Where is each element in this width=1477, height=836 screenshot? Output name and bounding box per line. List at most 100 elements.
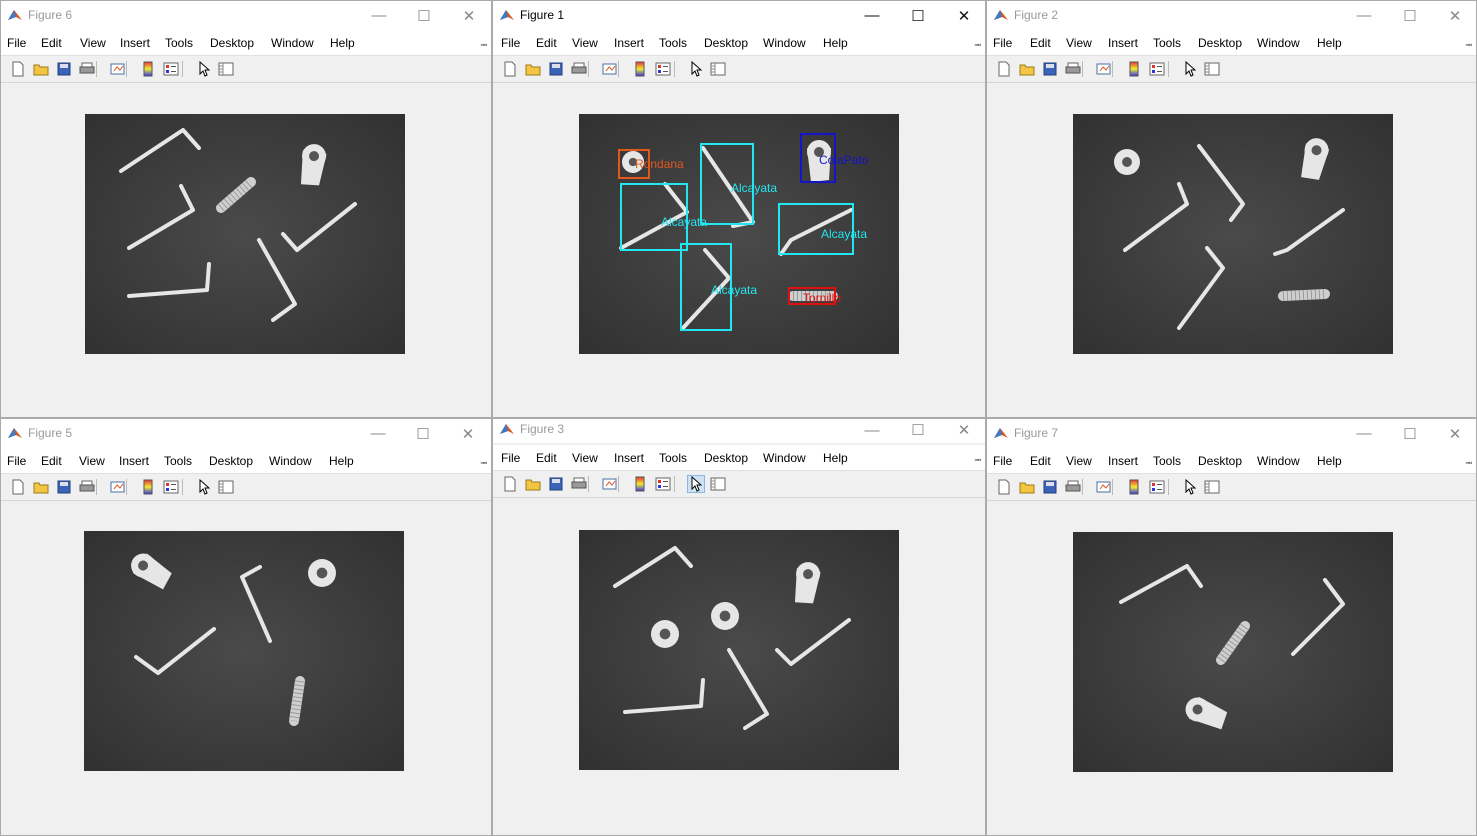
save-icon[interactable] <box>55 60 73 78</box>
menu-insert[interactable]: Insert <box>614 36 644 50</box>
menu-desktop[interactable]: Desktop <box>1198 454 1242 468</box>
link-plot-icon[interactable] <box>109 60 127 78</box>
menu-window[interactable]: Window <box>763 451 806 465</box>
menu-view[interactable]: View <box>572 451 598 465</box>
maximize-icon[interactable]: ☐ <box>895 419 941 443</box>
menu-desktop[interactable]: Desktop <box>704 451 748 465</box>
new-figure-icon[interactable] <box>9 478 27 496</box>
legend-icon[interactable] <box>1148 60 1166 78</box>
minimize-icon[interactable]: — <box>1341 1 1387 30</box>
menubar-overflow-icon[interactable]: ⭲ <box>1465 456 1472 472</box>
menu-tools[interactable]: Tools <box>165 36 193 50</box>
menu-edit[interactable]: Edit <box>536 451 557 465</box>
edit-plot-arrow-icon[interactable] <box>195 60 213 78</box>
legend-icon[interactable] <box>654 475 672 493</box>
colorbar-icon[interactable] <box>1125 60 1143 78</box>
menu-tools[interactable]: Tools <box>164 454 192 468</box>
menu-desktop[interactable]: Desktop <box>210 36 254 50</box>
colorbar-icon[interactable] <box>139 478 157 496</box>
image-axes[interactable] <box>84 531 404 771</box>
menu-tools[interactable]: Tools <box>659 451 687 465</box>
image-axes[interactable] <box>1073 114 1393 354</box>
menu-edit[interactable]: Edit <box>536 36 557 50</box>
edit-plot-arrow-icon[interactable] <box>195 478 213 496</box>
minimize-icon[interactable]: — <box>356 1 402 30</box>
menu-help[interactable]: Help <box>330 36 355 50</box>
property-inspector-icon[interactable] <box>1203 60 1221 78</box>
save-icon[interactable] <box>1041 478 1059 496</box>
figure-window-3[interactable]: Figure 3 — ☐ ✕ File Edit View Insert Too… <box>492 418 986 836</box>
link-plot-icon[interactable] <box>1095 60 1113 78</box>
menu-insert[interactable]: Insert <box>1108 36 1138 50</box>
menu-help[interactable]: Help <box>329 454 354 468</box>
menu-desktop[interactable]: Desktop <box>209 454 253 468</box>
menu-window[interactable]: Window <box>1257 36 1300 50</box>
open-file-icon[interactable] <box>32 60 50 78</box>
figure-window-7[interactable]: Figure 7 — ☐ ✕ File Edit View Insert Too… <box>986 418 1477 836</box>
maximize-icon[interactable]: ☐ <box>400 419 446 448</box>
image-axes[interactable] <box>579 530 899 770</box>
maximize-icon[interactable]: ☐ <box>1387 1 1433 30</box>
property-inspector-icon[interactable] <box>1203 478 1221 496</box>
open-file-icon[interactable] <box>32 478 50 496</box>
edit-plot-arrow-icon[interactable] <box>687 475 705 493</box>
colorbar-icon[interactable] <box>631 475 649 493</box>
save-icon[interactable] <box>547 60 565 78</box>
menu-edit[interactable]: Edit <box>1030 454 1051 468</box>
property-inspector-icon[interactable] <box>217 60 235 78</box>
menu-edit[interactable]: Edit <box>41 454 62 468</box>
close-icon[interactable]: ✕ <box>445 419 491 448</box>
print-icon[interactable] <box>570 475 588 493</box>
new-figure-icon[interactable] <box>995 60 1013 78</box>
save-icon[interactable] <box>55 478 73 496</box>
image-axes[interactable] <box>85 114 405 354</box>
menu-tools[interactable]: Tools <box>1153 454 1181 468</box>
menu-tools[interactable]: Tools <box>1153 36 1181 50</box>
property-inspector-icon[interactable] <box>217 478 235 496</box>
menu-help[interactable]: Help <box>1317 454 1342 468</box>
minimize-icon[interactable]: — <box>1341 419 1387 448</box>
menu-edit[interactable]: Edit <box>41 36 62 50</box>
menu-tools[interactable]: Tools <box>659 36 687 50</box>
property-inspector-icon[interactable] <box>709 475 727 493</box>
open-file-icon[interactable] <box>1018 478 1036 496</box>
menu-file[interactable]: File <box>7 36 26 50</box>
title-bar[interactable]: Figure 3 — ☐ ✕ <box>493 419 985 443</box>
menubar-overflow-icon[interactable]: ⭲ <box>1465 38 1472 54</box>
menu-insert[interactable]: Insert <box>119 454 149 468</box>
menu-window[interactable]: Window <box>271 36 314 50</box>
legend-icon[interactable] <box>162 60 180 78</box>
legend-icon[interactable] <box>162 478 180 496</box>
menu-view[interactable]: View <box>79 454 105 468</box>
menubar-overflow-icon[interactable]: ⭲ <box>480 38 487 54</box>
menu-help[interactable]: Help <box>1317 36 1342 50</box>
figure-window-1[interactable]: Figure 1 — ☐ ✕ File Edit View Insert Too… <box>492 0 986 418</box>
print-icon[interactable] <box>1064 478 1082 496</box>
title-bar[interactable]: Figure 1 — ☐ ✕ <box>493 1 985 30</box>
menu-help[interactable]: Help <box>823 451 848 465</box>
maximize-icon[interactable]: ☐ <box>401 1 447 30</box>
menu-insert[interactable]: Insert <box>614 451 644 465</box>
menu-help[interactable]: Help <box>823 36 848 50</box>
title-bar[interactable]: Figure 7 — ☐ ✕ <box>987 419 1476 448</box>
open-file-icon[interactable] <box>524 60 542 78</box>
new-figure-icon[interactable] <box>9 60 27 78</box>
new-figure-icon[interactable] <box>501 60 519 78</box>
figure-window-2[interactable]: Figure 2 — ☐ ✕ File Edit View Insert Too… <box>986 0 1477 418</box>
link-plot-icon[interactable] <box>601 60 619 78</box>
print-icon[interactable] <box>1064 60 1082 78</box>
print-icon[interactable] <box>570 60 588 78</box>
menu-view[interactable]: View <box>1066 36 1092 50</box>
minimize-icon[interactable]: — <box>849 1 895 30</box>
property-inspector-icon[interactable] <box>709 60 727 78</box>
minimize-icon[interactable]: — <box>849 419 895 443</box>
print-icon[interactable] <box>78 60 96 78</box>
close-icon[interactable]: ✕ <box>941 419 985 443</box>
title-bar[interactable]: Figure 2 — ☐ ✕ <box>987 1 1476 30</box>
new-figure-icon[interactable] <box>501 475 519 493</box>
menu-insert[interactable]: Insert <box>1108 454 1138 468</box>
save-icon[interactable] <box>1041 60 1059 78</box>
maximize-icon[interactable]: ☐ <box>895 1 941 30</box>
open-file-icon[interactable] <box>524 475 542 493</box>
new-figure-icon[interactable] <box>995 478 1013 496</box>
